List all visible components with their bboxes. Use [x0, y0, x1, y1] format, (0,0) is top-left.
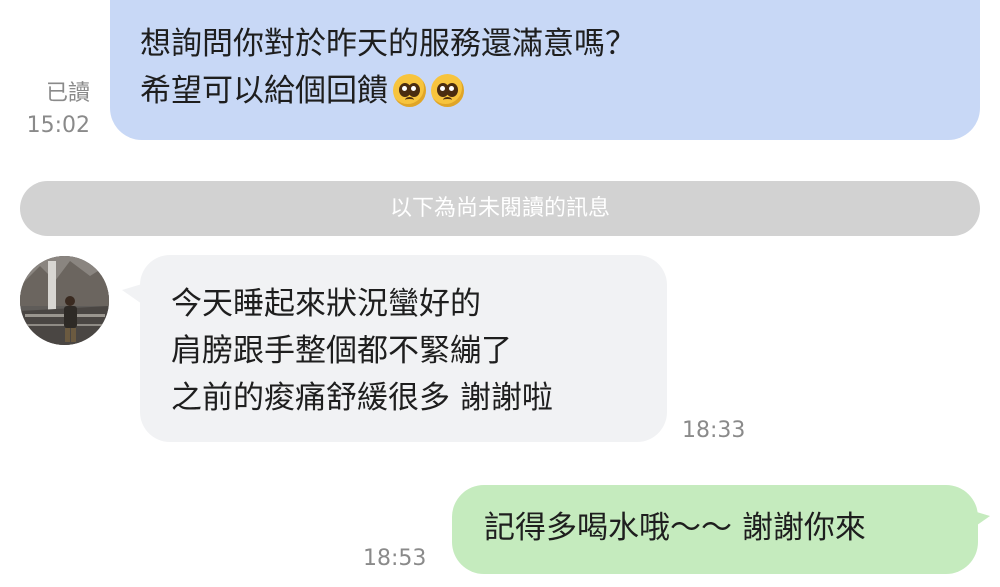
message-time: 18:33	[682, 418, 746, 443]
bubble-tail	[122, 284, 142, 304]
message-meta: 已讀 15:02	[18, 78, 90, 142]
avatar[interactable]	[20, 256, 109, 345]
unread-messages-divider: 以下為尚未閱讀的訊息	[20, 181, 980, 236]
message-time: 15:02	[26, 113, 90, 138]
message-line: 記得多喝水哦～～ 謝謝你來	[484, 510, 866, 546]
message-time: 18:53	[363, 546, 427, 571]
message-line: 肩膀跟手整個都不緊繃了	[171, 333, 512, 369]
outgoing-message-bubble[interactable]: 記得多喝水哦～～ 謝謝你來	[452, 485, 978, 574]
message-line: 之前的痠痛舒緩很多 謝謝啦	[171, 380, 553, 416]
pleading-face-emoji-icon	[393, 74, 426, 107]
bubble-tail	[970, 510, 990, 530]
message-line: 想詢問你對於昨天的服務還滿意嗎？	[140, 26, 636, 62]
pleading-face-emoji-icon	[431, 74, 464, 107]
message-line-text: 希望可以給個回饋	[140, 73, 388, 109]
message-line: 今天睡起來狀況蠻好的	[171, 286, 481, 322]
read-status: 已讀	[45, 81, 90, 106]
avatar-photo	[20, 256, 109, 345]
incoming-message-bubble[interactable]: 今天睡起來狀況蠻好的 肩膀跟手整個都不緊繃了 之前的痠痛舒緩很多 謝謝啦	[140, 255, 667, 442]
outgoing-message-bubble[interactable]: 想詢問你對於昨天的服務還滿意嗎？ 希望可以給個回饋	[110, 0, 980, 140]
message-line: 希望可以給個回饋	[140, 68, 980, 115]
